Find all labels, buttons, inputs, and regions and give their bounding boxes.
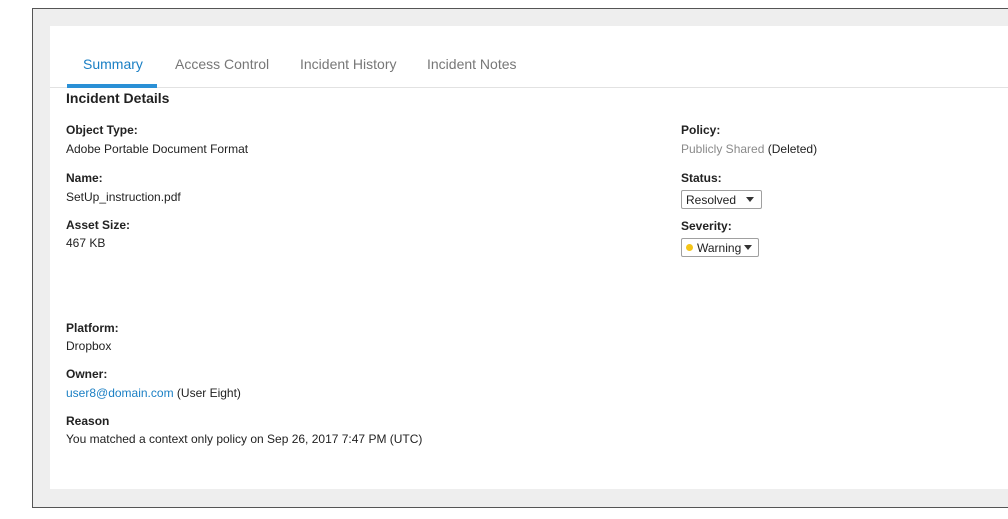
status-selected-value: Resolved: [686, 192, 737, 207]
policy-value: Publicly Shared (Deleted): [681, 142, 817, 156]
owner-email-link[interactable]: user8@domain.com: [66, 386, 174, 400]
tab-incident-notes[interactable]: Incident Notes: [427, 56, 517, 72]
owner-label: Owner:: [66, 367, 108, 381]
severity-select[interactable]: Warning: [681, 238, 759, 257]
status-label: Status:: [681, 171, 722, 185]
tab-summary[interactable]: Summary: [83, 56, 143, 72]
incident-panel: Summary Access Control Incident History …: [50, 26, 1008, 489]
chevron-down-icon: [746, 197, 755, 202]
object-type-label: Object Type:: [66, 123, 138, 137]
reason-value: You matched a context only policy on Sep…: [66, 432, 423, 446]
active-tab-indicator: [67, 84, 157, 88]
severity-selected-value: Warning: [697, 240, 742, 255]
asset-size-value: 467 KB: [66, 236, 106, 250]
section-title: Incident Details: [66, 90, 170, 106]
asset-size-label: Asset Size:: [66, 218, 131, 232]
tab-access-control[interactable]: Access Control: [175, 56, 269, 72]
severity-dot-icon: [686, 244, 693, 251]
tab-incident-history[interactable]: Incident History: [300, 56, 396, 72]
reason-label: Reason: [66, 414, 110, 428]
owner-display-name: (User Eight): [176, 386, 241, 400]
status-select[interactable]: Resolved: [681, 190, 762, 209]
platform-label: Platform:: [66, 321, 119, 335]
platform-value: Dropbox: [66, 339, 112, 353]
owner-value: user8@domain.com (User Eight): [66, 386, 241, 400]
name-value: SetUp_instruction.pdf: [66, 190, 181, 204]
name-label: Name:: [66, 171, 103, 185]
object-type-value: Adobe Portable Document Format: [66, 142, 249, 156]
severity-label: Severity:: [681, 219, 732, 233]
chevron-down-icon: [744, 245, 753, 250]
policy-name: Publicly Shared: [681, 142, 765, 156]
policy-label: Policy:: [681, 123, 721, 137]
policy-deleted-note: (Deleted): [767, 142, 818, 156]
tab-bar: Summary Access Control Incident History …: [50, 26, 1008, 88]
